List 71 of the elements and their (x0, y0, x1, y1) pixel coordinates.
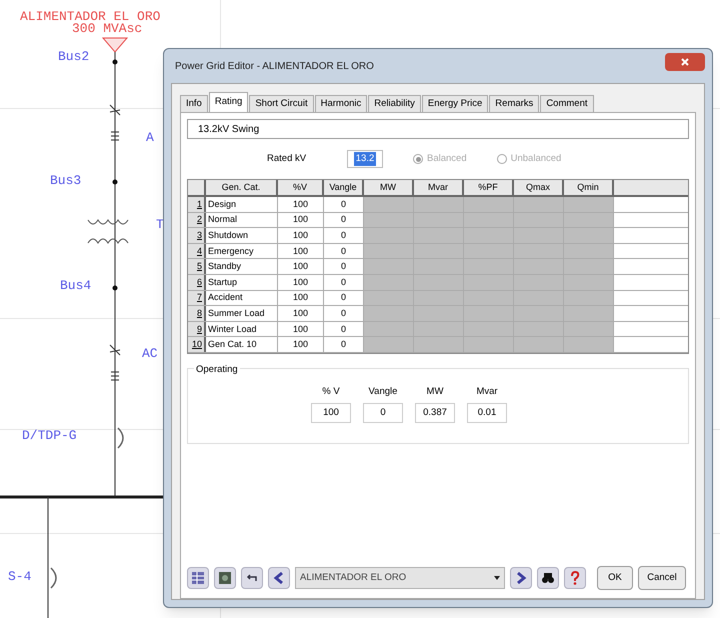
row-header[interactable]: 3 (188, 228, 206, 243)
photo-icon[interactable] (214, 567, 236, 589)
row-header[interactable]: 10 (188, 337, 206, 352)
close-button[interactable] (665, 53, 705, 71)
column-header: %V (278, 180, 324, 195)
cancel-button[interactable]: Cancel (638, 566, 686, 590)
rated-kv-label: Rated kV (267, 152, 308, 166)
device-label: A (146, 131, 154, 144)
description-field[interactable]: 13.2kV Swing (187, 119, 689, 139)
device-label: AC (142, 347, 158, 360)
window-title: Power Grid Editor - ALIMENTADOR EL ORO (174, 60, 374, 74)
tab[interactable]: Remarks (489, 95, 540, 112)
caret-icon (494, 576, 500, 580)
close-icon (681, 58, 689, 66)
row-header[interactable]: 2 (188, 212, 206, 228)
tab[interactable]: Rating (208, 92, 248, 112)
table-cell: Startup (206, 274, 278, 290)
tab[interactable]: Info (180, 95, 208, 112)
help-icon[interactable] (564, 567, 586, 589)
source-label: 300 MVAsc (72, 22, 142, 35)
ok-button[interactable]: OK (597, 566, 633, 590)
table-cell: Winter Load (206, 322, 278, 336)
rated-kv-field[interactable]: 13.2 (347, 150, 383, 168)
field-label: MW (426, 384, 444, 399)
element-dropdown[interactable]: ALIMENTADOR EL ORO (295, 567, 505, 589)
tab[interactable]: Short Circuit (249, 95, 314, 112)
tab[interactable]: Comment (540, 95, 594, 112)
bus-label: S-4 (8, 570, 32, 583)
source-label: ALIMENTADOR EL ORO (20, 10, 160, 23)
radio-label: Balanced (427, 152, 467, 166)
undo-icon[interactable] (241, 567, 263, 589)
table-cell: Emergency (206, 244, 278, 258)
table-cell: Gen Cat. 10 (206, 337, 278, 352)
column-header: Qmin (564, 180, 614, 195)
row-header[interactable]: 9 (188, 322, 206, 336)
field-label: Mvar (476, 384, 498, 399)
grid-icon[interactable] (187, 567, 209, 589)
tab[interactable]: Reliability (368, 95, 421, 112)
row-header[interactable]: 4 (188, 244, 206, 258)
row-header[interactable]: 1 (188, 197, 206, 212)
tab[interactable]: Harmonic (314, 95, 368, 112)
column-header: Vangle (324, 180, 364, 195)
field-label: % V (322, 384, 340, 399)
table-cell: Summer Load (206, 306, 278, 321)
value-field[interactable]: 0.387 (415, 403, 455, 424)
column-header: Qmax (514, 180, 564, 195)
row-header[interactable]: 5 (188, 259, 206, 274)
radio-label: Unbalanced (510, 152, 562, 166)
bus-label: Bus2 (58, 50, 90, 63)
tab[interactable]: Energy Price (422, 95, 488, 112)
table-cell: Standby (206, 259, 278, 274)
row-header[interactable]: 8 (188, 306, 206, 321)
column-header: Mvar (414, 180, 464, 195)
bus-label: Bus3 (50, 174, 82, 187)
column-header: %PF (464, 180, 514, 195)
table-cell: Shutdown (206, 228, 278, 243)
value-field[interactable]: 0.01 (467, 403, 507, 424)
table-cell: Accident (206, 290, 278, 306)
binoculars-icon[interactable] (537, 567, 559, 589)
column-header: MW (364, 180, 414, 195)
field-label: Vangle (368, 384, 398, 399)
bus-label: Bus4 (60, 279, 92, 292)
column-header: Gen. Cat. (206, 180, 278, 195)
row-header[interactable]: 7 (188, 290, 206, 306)
device-label: T (156, 218, 164, 231)
table-cell: Design (206, 197, 278, 212)
table-cell: Normal (206, 212, 278, 228)
value-field[interactable]: 0 (363, 403, 403, 424)
value-field[interactable]: 100 (311, 403, 351, 424)
row-header[interactable]: 6 (188, 274, 206, 290)
bus-label: D/TDP-G (22, 429, 77, 442)
